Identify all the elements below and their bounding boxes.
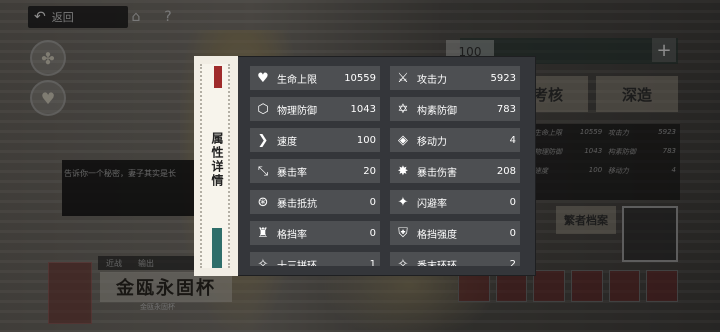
chevron-right-icon: ❯ bbox=[257, 132, 269, 148]
block-strength-icon: ⛨ bbox=[398, 225, 408, 241]
misc-icon: ✧ bbox=[257, 256, 269, 267]
crit-rate-icon: ⤡ bbox=[257, 163, 269, 179]
shield-icon: ⬡ bbox=[257, 101, 269, 117]
stat-row-attack: ⚔ 攻击力 5923 bbox=[390, 66, 520, 90]
stat-grid: ♥ 生命上限 10559 ⚔ 攻击力 5923 ⬡ 物理防御 1043 ✡ 构素… bbox=[250, 66, 526, 266]
stat-row-extra-2: ✧ 番末环环 2 bbox=[390, 252, 520, 266]
block-rate-icon: ♜ bbox=[257, 225, 269, 241]
stat-row-crit-dmg: ✸ 暴击伤害 208 bbox=[390, 159, 520, 183]
star-shield-icon: ✡ bbox=[397, 101, 409, 117]
red-seal-decoration bbox=[214, 66, 222, 88]
stat-row-phys-def: ⬡ 物理防御 1043 bbox=[250, 97, 380, 121]
dodge-icon: ✦ bbox=[397, 194, 409, 210]
stat-row-block-rate: ♜ 格挡率 0 bbox=[250, 221, 380, 245]
stat-row-move: ◈ 移动力 4 bbox=[390, 128, 520, 152]
crossed-swords-icon: ⚔ bbox=[397, 70, 409, 86]
layers-icon: ◈ bbox=[398, 132, 408, 148]
stat-row-struct-def: ✡ 构素防御 783 bbox=[390, 97, 520, 121]
stat-row-hp: ♥ 生命上限 10559 bbox=[250, 66, 380, 90]
heart-icon: ♥ bbox=[257, 70, 269, 86]
stat-row-speed: ❯ 速度 100 bbox=[250, 128, 380, 152]
misc-icon: ✧ bbox=[397, 256, 409, 267]
modal-title: 属性详情 bbox=[210, 132, 224, 188]
teal-seal-decoration bbox=[212, 228, 222, 268]
stat-row-crit-rate: ⤡ 暴击率 20 bbox=[250, 159, 380, 183]
stat-row-dodge: ✦ 闪避率 0 bbox=[390, 190, 520, 214]
crit-damage-icon: ✸ bbox=[397, 163, 409, 179]
stat-row-extra-1: ✧ 十三拼环 1 bbox=[250, 252, 380, 266]
stat-row-block-strength: ⛨ 格挡强度 0 bbox=[390, 221, 520, 245]
crit-resist-icon: ⊛ bbox=[257, 194, 269, 210]
stat-row-crit-resist: ⊛ 暴击抵抗 0 bbox=[250, 190, 380, 214]
